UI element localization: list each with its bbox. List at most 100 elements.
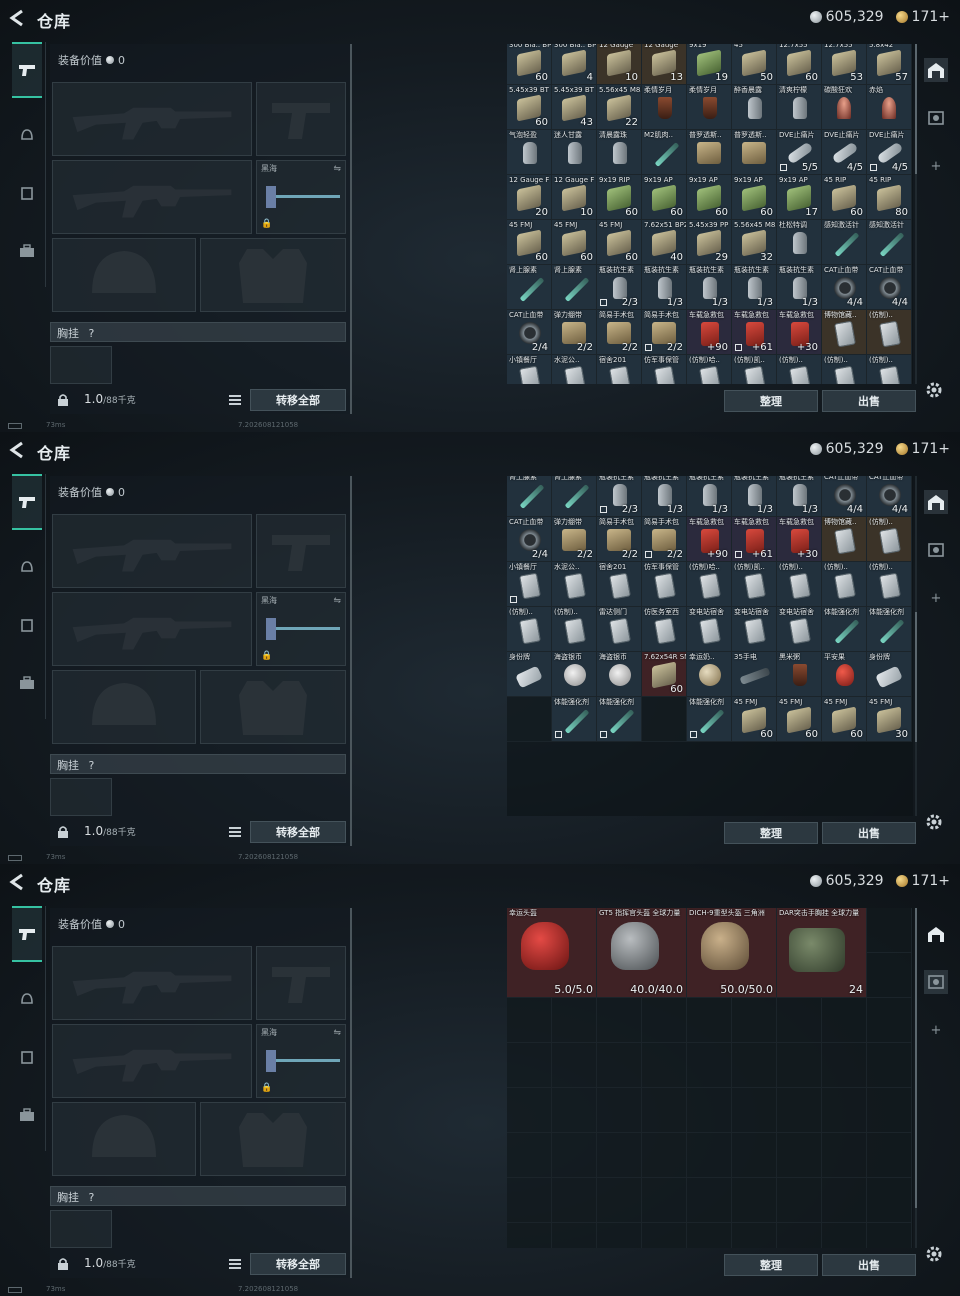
safe-box-tab[interactable] (924, 538, 948, 562)
stash-item[interactable] (507, 697, 552, 742)
stash-item[interactable]: 300 Bla.. BP FMJ 60 (507, 44, 552, 85)
warehouse-tab[interactable] (924, 922, 948, 946)
stash-item[interactable]: 体能强化剂 (687, 697, 732, 742)
stash-item[interactable]: 感知激活针 (822, 220, 867, 265)
stash-item[interactable]: (仿制).. (822, 562, 867, 607)
stash-item[interactable]: (仿制).. (867, 310, 912, 355)
stash-item[interactable]: 碳酸狂欢 (822, 85, 867, 130)
stash-item[interactable]: 黑米粥 (777, 652, 822, 697)
stash-item-large[interactable]: DICH-9重型头盔 三角洲 50.0/50.0 (687, 908, 777, 998)
stash-item[interactable]: 水泥公.. (552, 355, 597, 384)
stash-item[interactable]: 仿医务室西 (642, 607, 687, 652)
list-icon[interactable] (228, 1257, 242, 1271)
nav-backpack-tab[interactable] (12, 1100, 42, 1130)
pistol-slot[interactable] (256, 514, 346, 588)
stash-item[interactable]: 肾上腺素 (507, 265, 552, 310)
stash-item[interactable]: 体能强化剂 (597, 697, 642, 742)
stash-item[interactable]: 身份牌 (507, 652, 552, 697)
back-arrow-icon[interactable] (8, 441, 26, 459)
stash-item[interactable]: 瓶装抗生素 1/3 (642, 265, 687, 310)
stash-item[interactable]: 车载急救包 +61 (732, 517, 777, 562)
stash-item[interactable]: 45 FMJ 60 (732, 697, 777, 742)
stash-item[interactable]: 5.45x39 PP 29 (687, 220, 732, 265)
sell-button[interactable]: 出售 (822, 822, 916, 844)
stash-item[interactable]: 普罗透斯.. (687, 130, 732, 175)
stash-item[interactable]: 9x19 AP 60 (687, 175, 732, 220)
sell-button[interactable]: 出售 (822, 1254, 916, 1276)
gold-amount[interactable]: 171+ (912, 9, 950, 25)
stash-scroll-thumb[interactable] (915, 44, 917, 174)
stash-item[interactable]: 12.7x55 53 (822, 44, 867, 85)
transfer-all-button[interactable]: 转移全部 (250, 1253, 346, 1275)
stash-item[interactable]: 瓶装抗生素 1/3 (777, 476, 822, 517)
armor-slot[interactable] (200, 1102, 346, 1176)
add-tab-button[interactable]: + (924, 154, 948, 178)
stash-item[interactable]: 5.45x39 BT 43 (552, 85, 597, 130)
stash-item[interactable]: 9x19 RIP 60 (597, 175, 642, 220)
safe-box-tab[interactable] (924, 970, 948, 994)
stash-item[interactable]: 9x19 AP 60 (732, 175, 777, 220)
stash-item-large[interactable]: DAR突击手胸挂 全球力量 24 (777, 908, 867, 998)
helmet-slot[interactable] (52, 238, 196, 312)
stash-item[interactable]: 车载急救包 +90 (687, 517, 732, 562)
stash-item[interactable]: 宿舍201 (597, 355, 642, 384)
stash-item[interactable]: 12 Gauge F 20 (507, 175, 552, 220)
stash-item[interactable]: 45 FMJ 60 (822, 697, 867, 742)
stash-item[interactable]: DVE止痛片 4/5 (867, 130, 912, 175)
stash-item[interactable]: 45 FMJ 60 (597, 220, 642, 265)
stash-item[interactable]: 瓶装抗生素 1/3 (687, 476, 732, 517)
swap-icon[interactable]: ⇋ (333, 1028, 341, 1038)
stash-item[interactable]: (仿制).. (867, 562, 912, 607)
stash-item[interactable]: (仿制).. (867, 355, 912, 384)
select-box-icon[interactable] (780, 164, 787, 171)
stash-item[interactable]: 清爽柠檬 (777, 85, 822, 130)
chest-rig-slot[interactable] (50, 1210, 112, 1248)
stash-item[interactable]: 车载急救包 +90 (687, 310, 732, 355)
stash-item[interactable]: 感知激活针 (867, 220, 912, 265)
stash-item[interactable]: M2肌肉.. (642, 130, 687, 175)
select-box-icon[interactable] (600, 299, 607, 306)
add-tab-button[interactable]: + (924, 586, 948, 610)
stash-item[interactable]: 9x19 AP 60 (642, 175, 687, 220)
sell-button[interactable]: 出售 (822, 390, 916, 412)
stash-item[interactable]: 瓶装抗生素 2/3 (597, 476, 642, 517)
nav-helmet-tab[interactable] (12, 552, 42, 582)
select-box-icon[interactable] (690, 731, 697, 738)
swap-icon[interactable]: ⇋ (333, 596, 341, 606)
stash-item[interactable]: 瓶装抗生素 1/3 (687, 265, 732, 310)
stash-item[interactable]: 5.56x45 M855 32 (732, 220, 777, 265)
nav-backpack-tab[interactable] (12, 236, 42, 266)
stash-item[interactable]: 变电站宿舍 (687, 607, 732, 652)
stash-item[interactable]: (仿制).. (777, 355, 822, 384)
stash-item[interactable]: CAT止血带 4/4 (822, 265, 867, 310)
stash-item[interactable]: 肾上腺素 (552, 476, 597, 517)
stash-item[interactable]: (仿制)哈.. (687, 355, 732, 384)
stash-item[interactable]: 35手电 (732, 652, 777, 697)
stash-item[interactable]: 变电站宿舍 (777, 607, 822, 652)
chest-rig-header[interactable]: 胸挂 ? (50, 1186, 346, 1206)
stash-item[interactable]: 7.62x54R SNB 60 (642, 652, 687, 697)
safe-box-tab[interactable] (924, 106, 948, 130)
stash-item[interactable]: (仿制).. (552, 607, 597, 652)
stash-item[interactable]: 45 RIP 60 (822, 175, 867, 220)
stash-item[interactable]: 12 Gauge 10 (597, 44, 642, 85)
sort-button[interactable]: 整理 (724, 390, 818, 412)
help-icon[interactable]: ? (89, 759, 95, 772)
padlock-icon[interactable] (56, 825, 70, 839)
nav-vest-tab[interactable] (12, 610, 42, 640)
primary-weapon-slot[interactable] (52, 82, 252, 156)
select-box-icon[interactable] (645, 344, 652, 351)
stash-item[interactable]: 车载急救包 +61 (732, 310, 777, 355)
stash-item[interactable]: 雷达侧门 (597, 607, 642, 652)
stash-item[interactable]: 弹力绷带 2/2 (552, 310, 597, 355)
stash-item[interactable]: 宿舍201 (597, 562, 642, 607)
stash-item[interactable]: 9x19 AP 17 (777, 175, 822, 220)
gold-amount[interactable]: 171+ (912, 873, 950, 889)
transfer-all-button[interactable]: 转移全部 (250, 821, 346, 843)
stash-item[interactable]: 肾上腺素 (507, 476, 552, 517)
gold-amount[interactable]: 171+ (912, 441, 950, 457)
primary-weapon-slot[interactable] (52, 514, 252, 588)
stash-item[interactable]: 柔情岁月 (642, 85, 687, 130)
chest-rig-slot[interactable] (50, 346, 112, 384)
chest-rig-header[interactable]: 胸挂 ? (50, 754, 346, 774)
